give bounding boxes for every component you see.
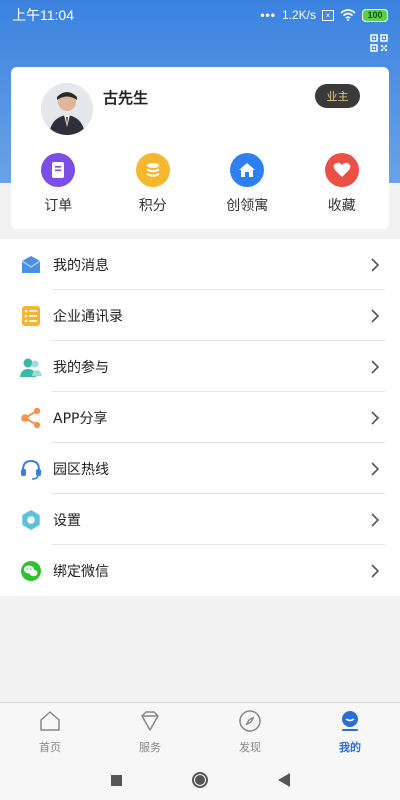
quick-actions: 订单 积分 创领寓 收藏 — [11, 153, 389, 215]
chevron-right-icon — [371, 359, 380, 374]
tab-discover[interactable]: 发现 — [200, 703, 300, 760]
menu-list: 我的消息 企业通讯录 我的参与 APP分享 园区热线 设置 绑定微信 — [0, 239, 400, 596]
tab-service[interactable]: 服务 — [100, 703, 200, 760]
tab-label: 首页 — [39, 741, 61, 754]
network-speed: 1.2K/s — [281, 8, 316, 22]
menu-item-participation[interactable]: 我的参与 — [0, 341, 400, 392]
quick-action-apartment[interactable]: 创领寓 — [200, 153, 295, 215]
tab-profile[interactable]: 我的 — [300, 703, 400, 760]
recent-apps-icon[interactable] — [110, 774, 122, 786]
quick-action-order[interactable]: 订单 — [11, 153, 106, 215]
battery-indicator: 100 — [362, 8, 388, 22]
quick-action-points[interactable]: 积分 — [106, 153, 201, 215]
home-button-icon[interactable] — [191, 772, 208, 788]
menu-item-messages[interactable]: 我的消息 — [0, 239, 400, 290]
menu-item-label: 企业通讯录 — [53, 308, 123, 325]
points-icon — [135, 153, 170, 187]
profile-tab-icon — [342, 711, 358, 731]
tab-label: 我的 — [339, 741, 361, 754]
chevron-right-icon — [371, 461, 380, 476]
menu-item-contacts[interactable]: 企业通讯录 — [0, 290, 400, 341]
wechat-icon — [20, 560, 42, 582]
chevron-right-icon — [371, 410, 380, 425]
quick-action-label: 订单 — [44, 198, 73, 214]
profile-card: 古先生 业主 订单 积分 创领寓 收藏 — [11, 67, 389, 229]
bottom-tab-bar: 首页 服务 发现 我的 — [0, 702, 400, 760]
status-bar: 上午11:04 ••• 1.2K/s × 100 — [0, 0, 400, 30]
hotline-icon — [20, 458, 42, 480]
more-dots-icon: ••• — [260, 8, 276, 22]
chevron-right-icon — [371, 257, 380, 272]
menu-item-label: APP分享 — [53, 410, 108, 427]
status-indicators: ••• 1.2K/s × 100 — [260, 8, 388, 22]
tab-label: 发现 — [239, 741, 261, 754]
qr-code-icon[interactable] — [370, 34, 388, 52]
user-name: 古先生 — [103, 89, 149, 107]
avatar-image — [41, 83, 93, 135]
avatar[interactable] — [41, 83, 93, 135]
menu-item-settings[interactable]: 设置 — [0, 494, 400, 545]
system-navigation-bar — [0, 760, 400, 800]
chevron-right-icon — [371, 308, 380, 323]
menu-item-label: 我的参与 — [53, 359, 109, 376]
quick-action-label: 收藏 — [327, 198, 356, 214]
home-icon — [230, 153, 265, 187]
service-tab-icon — [141, 711, 159, 731]
role-badge: 业主 — [315, 84, 360, 108]
settings-icon — [20, 509, 42, 531]
discover-tab-icon — [239, 710, 261, 732]
quick-action-label: 创领寓 — [226, 198, 269, 214]
message-icon — [20, 254, 42, 276]
wifi-icon — [340, 9, 356, 21]
chevron-right-icon — [371, 563, 380, 578]
tab-home[interactable]: 首页 — [0, 703, 100, 760]
sim-off-icon: × — [322, 9, 334, 21]
quick-action-favorites[interactable]: 收藏 — [295, 153, 390, 215]
status-time: 上午11:04 — [12, 7, 74, 23]
participation-icon — [20, 356, 42, 378]
chevron-right-icon — [371, 512, 380, 527]
heart-icon — [324, 153, 359, 187]
share-icon — [20, 407, 42, 429]
quick-action-label: 积分 — [138, 198, 167, 214]
menu-item-label: 园区热线 — [53, 461, 109, 478]
back-icon[interactable] — [277, 773, 290, 787]
contacts-icon — [20, 305, 42, 327]
menu-item-label: 绑定微信 — [53, 563, 109, 580]
menu-item-label: 设置 — [53, 512, 81, 529]
menu-item-hotline[interactable]: 园区热线 — [0, 443, 400, 494]
order-icon — [41, 153, 76, 187]
menu-item-label: 我的消息 — [53, 257, 109, 274]
menu-item-share[interactable]: APP分享 — [0, 392, 400, 443]
home-tab-icon — [40, 711, 60, 731]
menu-item-bind-wechat[interactable]: 绑定微信 — [0, 545, 400, 596]
tab-label: 服务 — [139, 741, 161, 754]
